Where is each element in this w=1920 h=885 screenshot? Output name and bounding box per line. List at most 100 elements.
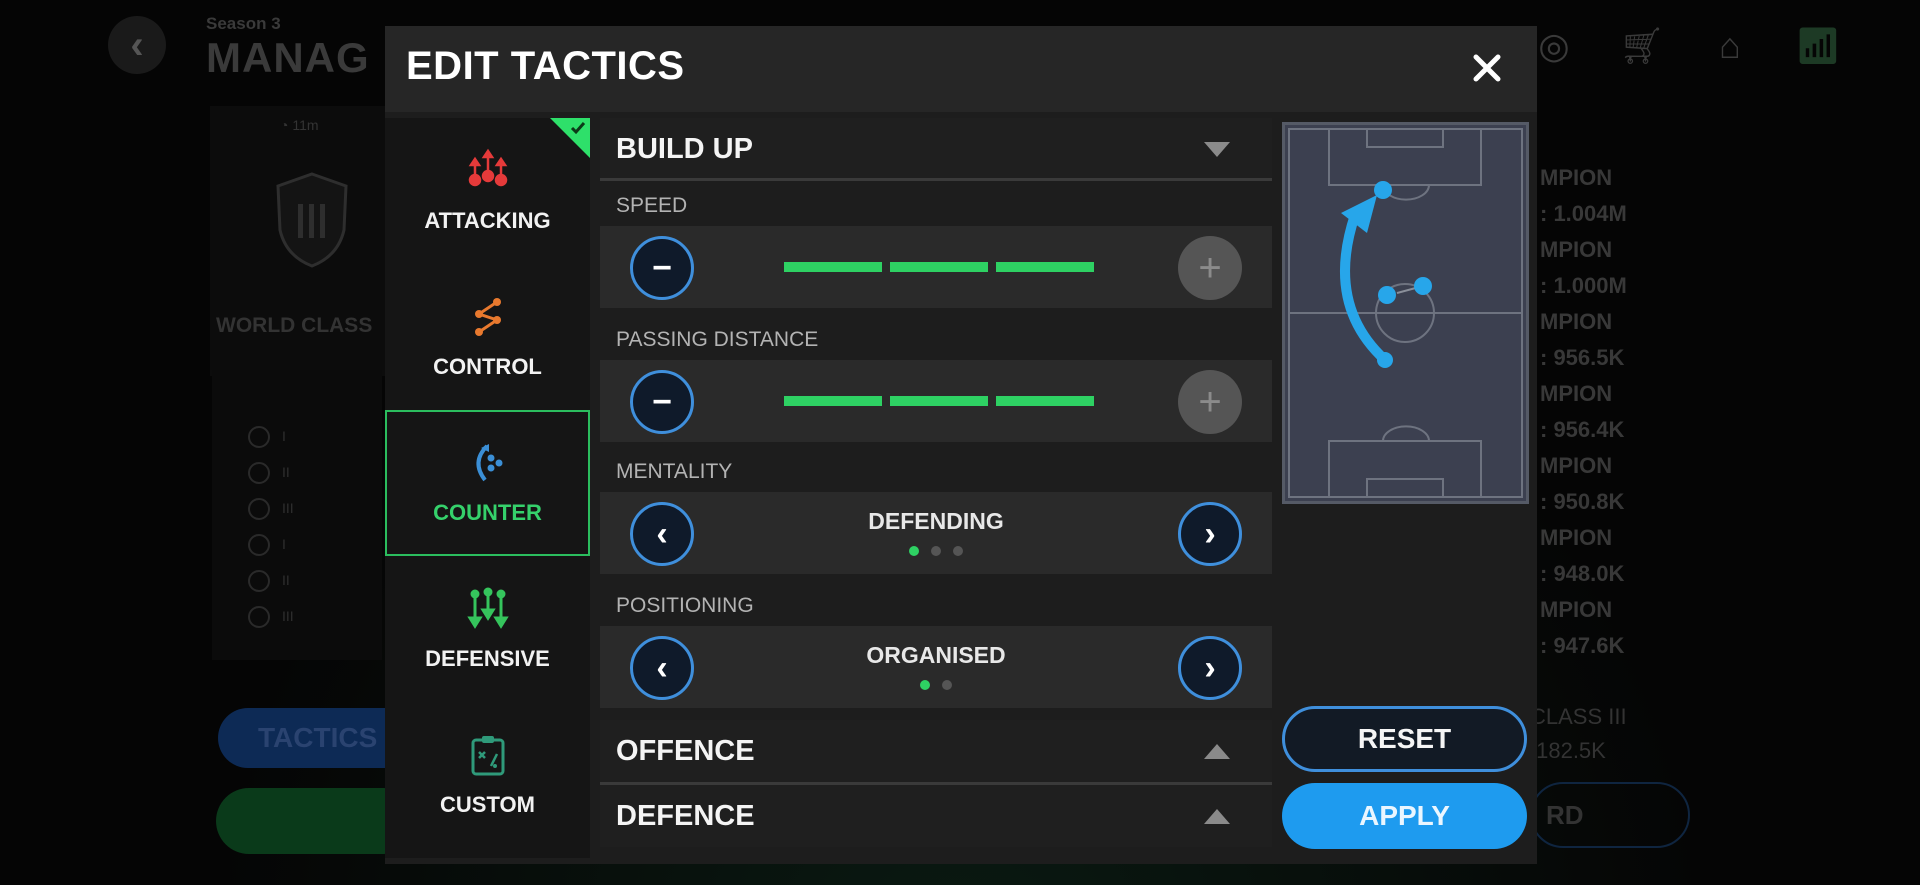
home-icon: ⌂ (1719, 25, 1741, 66)
player-marker (1378, 286, 1396, 304)
bottom-penalty-box (1328, 440, 1482, 498)
expand-arrow-icon (1204, 809, 1230, 824)
positioning-value: ORGANISED (866, 642, 1006, 668)
top-nav-icons: ◎ 🛒︎ ⌂ 📶︎ (1530, 22, 1842, 70)
positioning-page-dots (600, 680, 1272, 690)
level-segment (784, 396, 882, 406)
section-title: DEFENCE (616, 800, 755, 832)
page-dot (920, 680, 930, 690)
reset-button[interactable]: RESET (1282, 706, 1527, 772)
plus-icon: + (1198, 380, 1222, 424)
division-list: I II III I II III (212, 370, 382, 660)
collapse-arrow-icon (1204, 142, 1230, 157)
page-dot (953, 546, 963, 556)
speed-level-bars (784, 262, 1094, 272)
preset-label: CONTROL (433, 354, 542, 379)
player-marker (1374, 181, 1392, 199)
preset-counter[interactable]: COUNTER (385, 410, 590, 556)
own-rank: CLASS III :182.5K (1530, 704, 1627, 763)
division-icon (248, 570, 270, 592)
expand-arrow-icon (1204, 744, 1230, 759)
section-title: OFFENCE (616, 735, 755, 767)
bottom-penalty-arc (1382, 425, 1430, 442)
player-marker (1377, 352, 1393, 368)
level-segment (890, 396, 988, 406)
mentality-control: ‹ DEFENDING › (600, 492, 1272, 574)
positioning-label: POSITIONING (616, 594, 754, 617)
passing-distance-label: PASSING DISTANCE (616, 328, 819, 351)
mentality-value: DEFENDING (868, 508, 1004, 534)
shield-icon (276, 172, 348, 268)
preset-control[interactable]: CONTROL (385, 264, 590, 410)
pitch-preview (1282, 122, 1529, 504)
plus-icon: + (1198, 246, 1222, 290)
page-dot (909, 546, 919, 556)
level-segment (996, 262, 1094, 272)
positioning-control: ‹ ORGANISED › (600, 626, 1272, 708)
bg-leaderboard-button: RD (1530, 782, 1690, 848)
preset-custom[interactable]: CUSTOM (385, 702, 590, 848)
timer: ◔ 11m (280, 117, 319, 133)
passing-distance-increase-button[interactable]: + (1178, 370, 1242, 434)
speed-decrease-button[interactable]: − (630, 236, 694, 300)
apply-button[interactable]: APPLY (1282, 783, 1527, 849)
chevron-right-icon: › (1204, 515, 1216, 553)
top-penalty-box (1328, 128, 1482, 186)
division-icon (248, 606, 270, 628)
preset-attacking[interactable]: ATTACKING (385, 118, 590, 264)
modal-title: EDIT TACTICS (406, 44, 685, 88)
section-defence[interactable]: DEFENCE (600, 785, 1272, 847)
edit-tactics-modal: EDIT TACTICS ATTACKING CONTROL COUNTER D… (385, 26, 1537, 864)
mentality-next-button[interactable]: › (1178, 502, 1242, 566)
preset-sidebar: ATTACKING CONTROL COUNTER DEFENSIVE CUST… (385, 118, 590, 858)
cart-icon: 🛒︎ (1619, 25, 1665, 66)
target-icon: ◎ (1538, 25, 1570, 66)
checkmark-icon (570, 122, 586, 135)
division-icon (248, 534, 270, 556)
control-icon (474, 298, 501, 336)
division-icon (248, 498, 270, 520)
screen-title: MANAG (206, 34, 370, 81)
counter-icon (476, 444, 502, 482)
preset-label: COUNTER (433, 500, 542, 525)
chevron-right-icon: › (1204, 649, 1216, 687)
speed-label: SPEED (616, 194, 688, 217)
preset-label: ATTACKING (424, 208, 551, 233)
pitch-diagram (1288, 128, 1523, 498)
defensive-icon (466, 587, 509, 629)
section-title: BUILD UP (616, 133, 753, 165)
bottom-goal-box (1366, 478, 1444, 498)
top-goal-box (1366, 128, 1444, 148)
divider (600, 178, 1272, 181)
chevron-left-icon: ‹ (130, 22, 144, 67)
player-marker (1414, 277, 1432, 295)
preset-defensive[interactable]: DEFENSIVE (385, 556, 590, 702)
division-icon (248, 462, 270, 484)
preset-label: DEFENSIVE (425, 646, 550, 671)
back-button: ‹ (108, 16, 166, 74)
tactics-settings-panel: BUILD UP SPEED − + PASSING DISTANCE − + … (600, 118, 1272, 858)
speed-increase-button[interactable]: + (1178, 236, 1242, 300)
minus-icon: − (652, 383, 672, 421)
section-offence[interactable]: OFFENCE (600, 720, 1272, 782)
leaderboard: MPION: 1.004M MPION: 1.000M MPION: 956.5… (1540, 165, 1627, 658)
passing-distance-control: − + (600, 360, 1272, 442)
close-icon (1473, 54, 1501, 82)
page-dot (942, 680, 952, 690)
level-segment (890, 262, 988, 272)
custom-icon (471, 736, 504, 776)
close-button[interactable] (1465, 46, 1509, 90)
season-label: Season 3 (206, 14, 281, 33)
division-icon (248, 426, 270, 448)
attacking-icon (468, 148, 507, 187)
positioning-next-button[interactable]: › (1178, 636, 1242, 700)
section-build-up[interactable]: BUILD UP (600, 118, 1272, 180)
passing-distance-decrease-button[interactable]: − (630, 370, 694, 434)
tier-label: WORLD CLASS (216, 314, 373, 337)
run-arrow-path (1340, 210, 1390, 365)
minus-icon: − (652, 249, 672, 287)
passing-distance-level-bars (784, 396, 1094, 406)
page-dot (931, 546, 941, 556)
level-segment (784, 262, 882, 272)
modal-header: EDIT TACTICS (385, 26, 1537, 112)
